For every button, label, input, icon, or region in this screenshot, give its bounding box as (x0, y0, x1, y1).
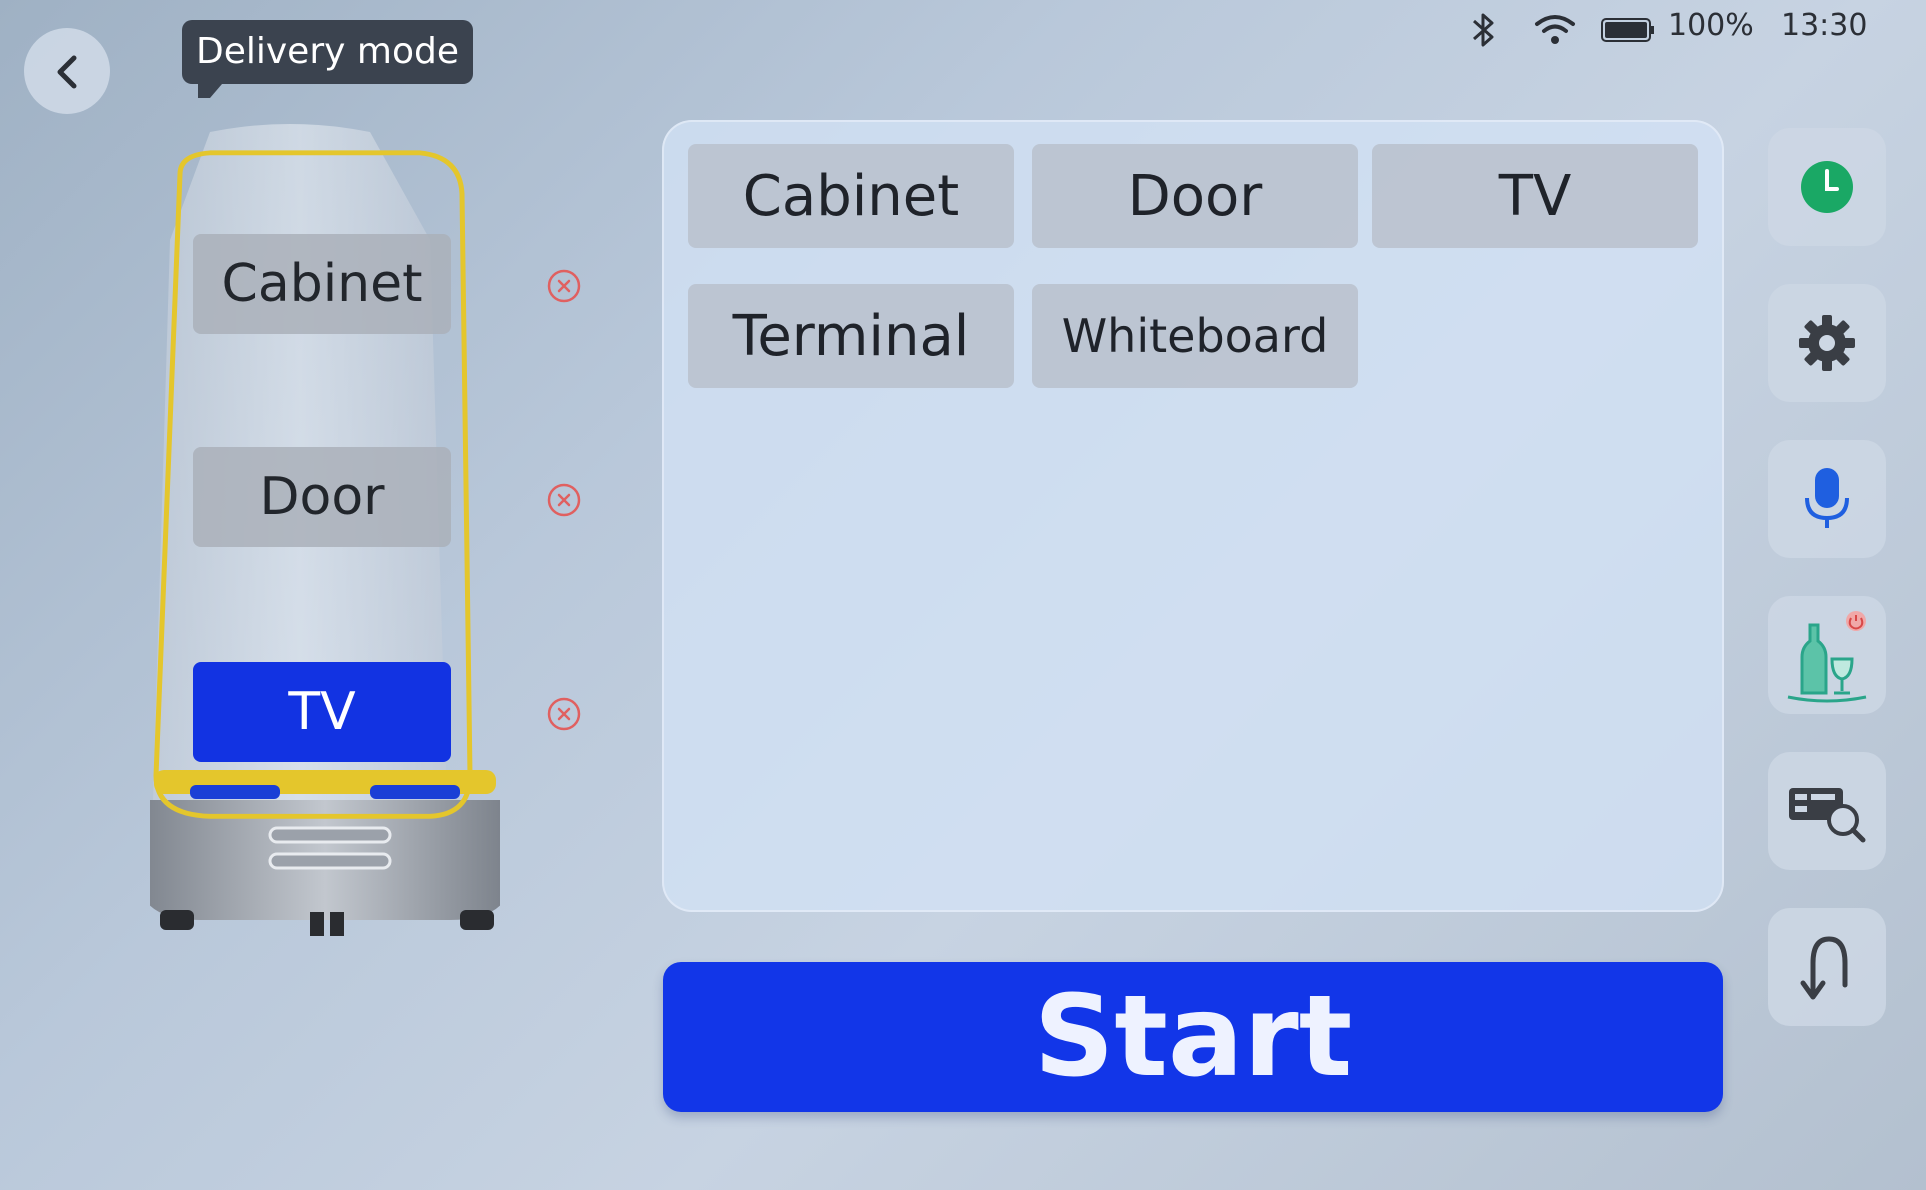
battery-percent: 100% (1668, 8, 1754, 43)
destination-terminal-label: Terminal (732, 303, 970, 369)
destination-tv[interactable]: TV (1372, 144, 1698, 248)
destination-terminal[interactable]: Terminal (688, 284, 1014, 388)
chevron-left-icon (57, 55, 77, 89)
remove-cabinet-icon[interactable] (546, 268, 582, 304)
destination-panel: Cabinet Door TV Terminal Whiteboard (662, 120, 1724, 912)
gear-icon (1799, 315, 1855, 371)
clock-icon (1801, 161, 1853, 213)
destination-cabinet[interactable]: Cabinet (688, 144, 1014, 248)
card-search-icon (1789, 788, 1866, 843)
destination-whiteboard[interactable]: Whiteboard (1032, 284, 1358, 388)
tray-slot-1-label: Cabinet (221, 254, 423, 314)
destination-cabinet-label: Cabinet (742, 163, 960, 229)
remove-door-icon[interactable] (546, 482, 582, 518)
tray-slot-2[interactable]: Door (193, 447, 451, 547)
voice-button[interactable] (1768, 440, 1886, 558)
remove-tv-icon[interactable] (546, 696, 582, 732)
destination-door[interactable]: Door (1032, 144, 1358, 248)
tray-slot-3-label: TV (288, 682, 356, 742)
destination-whiteboard-label: Whiteboard (1061, 309, 1329, 363)
clock-time: 13:30 (1781, 8, 1868, 43)
mode-label: Delivery mode (182, 20, 473, 98)
beverage-mode-button[interactable] (1768, 596, 1886, 714)
wifi-icon (1535, 15, 1575, 44)
destination-tv-label: TV (1498, 163, 1572, 229)
battery-icon (1601, 18, 1654, 42)
back-button[interactable] (24, 28, 110, 114)
return-button[interactable] (1768, 908, 1886, 1026)
schedule-button[interactable] (1768, 128, 1886, 246)
settings-button[interactable] (1768, 284, 1886, 402)
tray-slot-1[interactable]: Cabinet (193, 234, 451, 334)
card-search-button[interactable] (1768, 752, 1886, 870)
destination-door-label: Door (1127, 163, 1263, 229)
bluetooth-icon (1473, 13, 1494, 47)
tray-slot-2-label: Door (259, 467, 385, 527)
bottle-glass-icon (1787, 611, 1867, 703)
tray-slot-3[interactable]: TV (193, 662, 451, 762)
return-arrow-icon (1800, 936, 1848, 1000)
start-button[interactable]: Start (663, 962, 1723, 1112)
microphone-icon (1805, 468, 1849, 528)
